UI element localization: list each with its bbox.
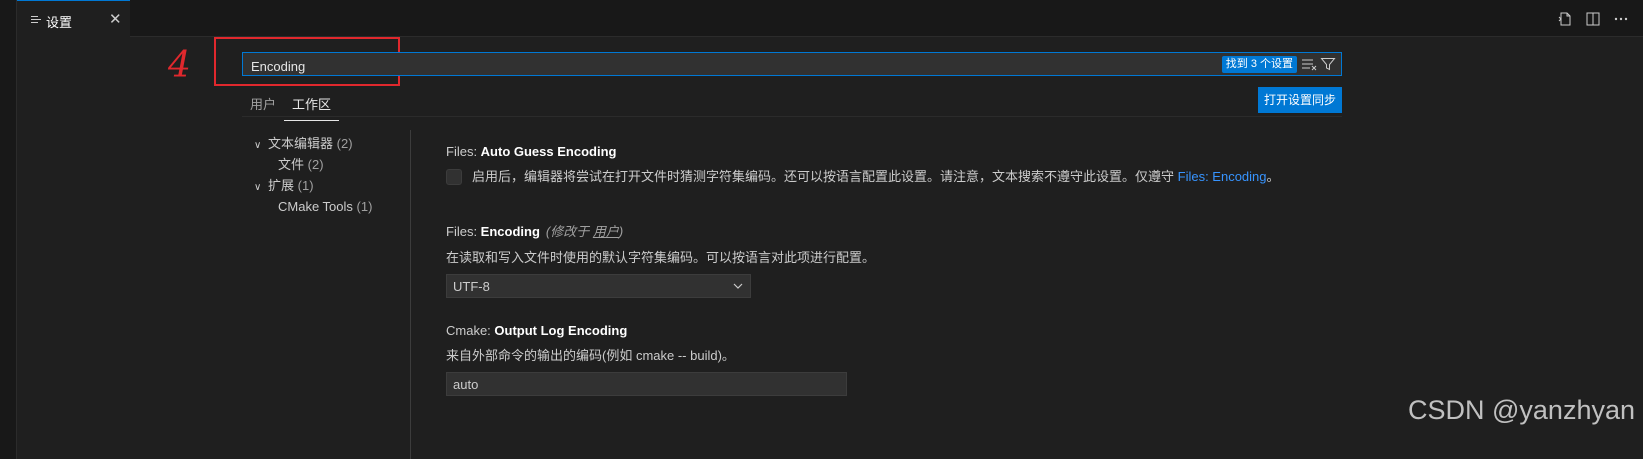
open-json-icon[interactable] [1557, 11, 1573, 27]
settings-search: 找到 3 个设置 [242, 52, 1342, 76]
settings-toc: ∨ 文本编辑器 (2) 文件 (2) ∨ 扩展 (1) CMake Tools (1… [254, 133, 372, 217]
setting-title: Files: Encoding (修改于 用户) [446, 221, 875, 240]
filter-icon[interactable] [1320, 56, 1336, 72]
settings-sync-button[interactable]: 打开设置同步 [1258, 87, 1342, 113]
setting-description: 来自外部命令的输出的编码(例如 cmake -- build)。 [446, 348, 735, 363]
toc-count: (1) [297, 178, 314, 193]
setting-name: Output Log Encoding [494, 323, 628, 338]
setting-name: Encoding [480, 224, 540, 239]
encoding-select[interactable]: UTF-8 [446, 274, 751, 298]
header-divider [242, 116, 1342, 117]
toc-item-text-editor[interactable]: ∨ 文本编辑器 (2) [254, 133, 372, 154]
annotation-number: 4 [168, 45, 191, 86]
search-input[interactable] [249, 56, 1153, 76]
chevron-down-icon [733, 283, 743, 289]
setting-title: Files: Auto Guess Encoding [446, 144, 1280, 159]
output-log-encoding-input[interactable] [446, 372, 847, 396]
setting-files-encoding: Files: Encoding (修改于 用户) 在读取和写入文件时使用的默认字符… [446, 221, 875, 298]
toc-item-cmake-tools[interactable]: CMake Tools (1) [254, 196, 372, 217]
clear-filter-icon[interactable] [1301, 56, 1317, 72]
toc-count: (2) [307, 157, 324, 172]
toc-divider [410, 130, 411, 459]
modified-in-user-link[interactable]: 用户 [593, 224, 619, 239]
modified-suffix: ) [618, 224, 624, 239]
toc-count: (2) [336, 136, 353, 151]
toc-count: (1) [356, 199, 373, 214]
toc-label: 文本编辑器 [268, 136, 334, 151]
setting-name: Auto Guess Encoding [480, 144, 617, 159]
more-actions-icon[interactable] [1613, 11, 1629, 27]
editor-actions [1557, 11, 1629, 27]
toc-item-extensions[interactable]: ∨ 扩展 (1) [254, 175, 372, 196]
setting-category: Files: [446, 224, 481, 239]
setting-description: 启用后，编辑器将尝试在打开文件时猜测字符集编码。还可以按语言配置此设置。请注意，… [446, 166, 1280, 185]
setting-category: Files: [446, 144, 481, 159]
description-suffix: 。 [1266, 169, 1280, 184]
setting-title: Cmake: Output Log Encoding [446, 323, 847, 338]
editor-tab-bar: 设置 ✕ [17, 0, 1643, 37]
watermark: CSDN @yanzhyan [1408, 395, 1635, 425]
close-icon[interactable]: ✕ [109, 10, 122, 28]
toc-label: 文件 [278, 157, 305, 172]
tab-settings[interactable]: 设置 ✕ [17, 0, 130, 37]
search-result-badge: 找到 3 个设置 [1221, 56, 1297, 73]
setting-auto-guess-encoding: Files: Auto Guess Encoding 启用后，编辑器将尝试在打开… [446, 144, 1280, 185]
modified-indicator: (修改于 用户) [546, 224, 623, 239]
tab-title: 设置 [46, 15, 73, 30]
setting-cmake-output-log-encoding: Cmake: Output Log Encoding 来自外部命令的输出的编码(… [446, 323, 847, 396]
auto-guess-checkbox[interactable] [446, 169, 462, 185]
chevron-down-icon: ∨ [254, 182, 262, 193]
modified-prefix: (修改于 [545, 224, 593, 239]
setting-description: 在读取和写入文件时使用的默认字符集编码。可以按语言对此项进行配置。 [446, 250, 876, 265]
chevron-down-icon: ∨ [254, 140, 262, 151]
activity-strip [0, 0, 17, 459]
setting-category: Cmake: [446, 323, 495, 338]
split-editor-icon[interactable] [1585, 11, 1601, 27]
select-value: UTF-8 [453, 279, 490, 294]
files-encoding-link[interactable]: Files: Encoding [1178, 169, 1267, 184]
settings-list-icon [31, 16, 41, 23]
toc-item-files[interactable]: 文件 (2) [254, 154, 372, 175]
description-text: 启用后，编辑器将尝试在打开文件时猜测字符集编码。还可以按语言配置此设置。请注意，… [472, 169, 1178, 184]
toc-label: 扩展 [268, 178, 295, 193]
toc-label: CMake Tools [278, 199, 353, 214]
